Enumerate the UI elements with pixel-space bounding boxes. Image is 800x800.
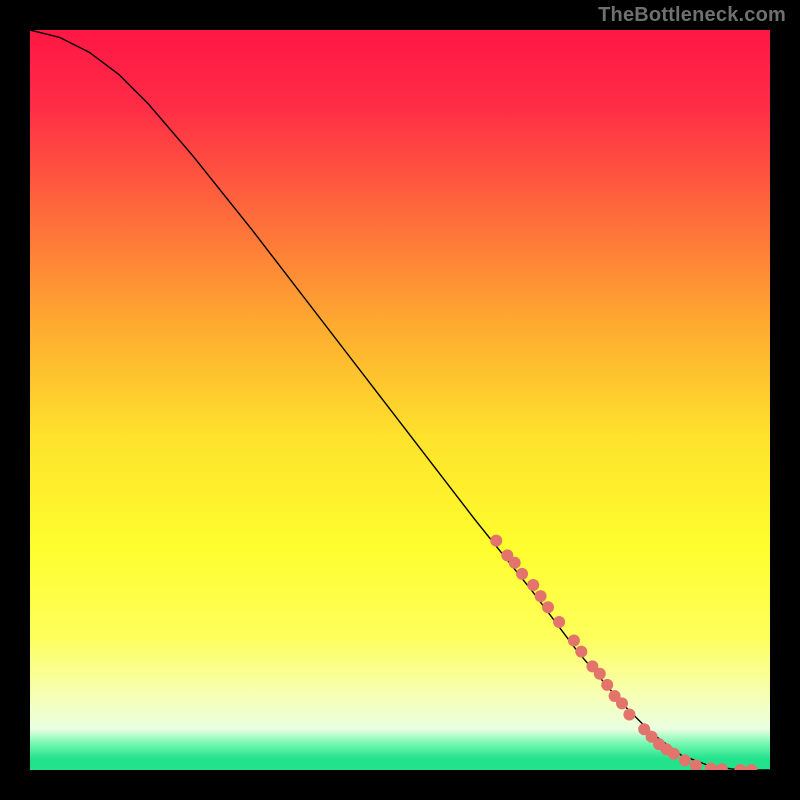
data-point: [601, 679, 613, 691]
data-point: [527, 579, 539, 591]
data-point: [516, 568, 528, 580]
data-point: [542, 601, 554, 613]
data-point: [568, 635, 580, 647]
plot-background: [30, 30, 770, 770]
plot-svg: [30, 30, 770, 770]
data-point: [623, 709, 635, 721]
data-point: [594, 668, 606, 680]
data-point: [553, 616, 565, 628]
data-point: [509, 557, 521, 569]
data-point: [490, 535, 502, 547]
data-point: [668, 748, 680, 760]
chart-stage: TheBottleneck.com: [0, 0, 800, 800]
data-point: [679, 754, 691, 766]
watermark-label: TheBottleneck.com: [598, 4, 786, 27]
data-point: [575, 646, 587, 658]
plot-area: [30, 30, 770, 770]
data-point: [616, 697, 628, 709]
data-point: [535, 590, 547, 602]
